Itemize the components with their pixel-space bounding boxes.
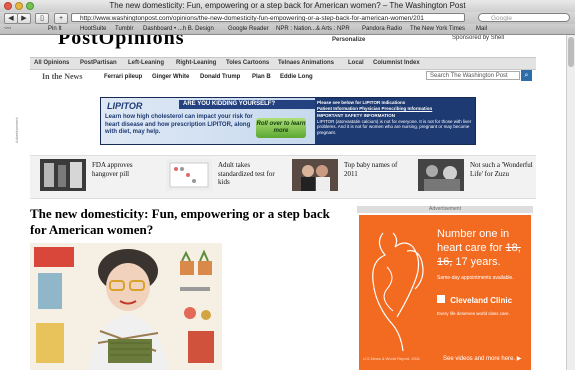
side-ad-video-link[interactable]: See videos and more here. ▶ bbox=[443, 355, 521, 362]
news-item-text[interactable]: Not such a 'Wonderful Life' for Zuzu bbox=[470, 161, 538, 178]
nav-toles-cartoons[interactable]: Toles Cartoons bbox=[226, 58, 269, 69]
search-icon: ⌕ bbox=[524, 72, 529, 79]
cleveland-clinic-ad[interactable]: Advertisement Number one in heart care f… bbox=[357, 206, 533, 370]
nav-local[interactable]: Local bbox=[348, 58, 364, 69]
nav-postpartisan[interactable]: PostPartisan bbox=[80, 58, 117, 69]
site-search-input[interactable]: Search The Washington Post bbox=[426, 71, 520, 80]
window-title: The new domesticity: Fun, empowering or … bbox=[109, 1, 466, 10]
bookmark-dashboard[interactable]: Dashboard • ...h B. Design bbox=[143, 24, 214, 34]
banner-safety-text: LIPITOR (atorvastatin calcium) is not fo… bbox=[317, 118, 472, 135]
bookmark-google-reader[interactable]: Google Reader bbox=[228, 24, 269, 34]
bookmarks-bar: 👓 Pin It HootSuite Tumblr Dashboard • ..… bbox=[0, 24, 575, 35]
banner-info-links[interactable]: Patient Information Physician Prescribin… bbox=[317, 106, 473, 112]
lipitor-logo: LIPITOR bbox=[107, 101, 143, 111]
address-bar[interactable]: http://www.washingtonpost.com/opinions/t… bbox=[71, 13, 465, 22]
sidebar-button[interactable]: ▯ bbox=[35, 13, 49, 24]
news-item-text[interactable]: FDA approves hangover pill bbox=[92, 161, 160, 178]
banner-body-text: Learn how high cholesterol can impact yo… bbox=[105, 114, 253, 135]
news-tag-plan-b[interactable]: Plan B bbox=[252, 71, 271, 83]
side-ad-video-text[interactable]: See videos and more here. bbox=[443, 356, 515, 362]
news-tag-donald-trump[interactable]: Donald Trump bbox=[200, 71, 240, 83]
side-ad-tagline: Every life deserves world class care. bbox=[437, 311, 510, 316]
news-tag-eddie-long[interactable]: Eddie Long bbox=[280, 71, 313, 83]
bookmark-hootsuite[interactable]: HootSuite bbox=[80, 24, 106, 34]
nav-columnist-index[interactable]: Columnist Index bbox=[373, 58, 420, 69]
scrollbar-thumb[interactable] bbox=[568, 37, 574, 67]
nav-telnaes-animations[interactable]: Telnaes Animations bbox=[278, 58, 334, 69]
browser-window: The new domesticity: Fun, empowering or … bbox=[0, 0, 575, 370]
baby-names-thumbnail[interactable] bbox=[292, 159, 338, 191]
banner-question: ARE YOU KIDDING YOURSELF? bbox=[183, 101, 276, 107]
roll-over-button[interactable]: Roll over to learn more bbox=[256, 118, 306, 138]
side-ad-years-old-2: 16, bbox=[437, 256, 453, 268]
side-ad-headline: Number one in heart care for 18, 16, 17 … bbox=[437, 227, 531, 269]
news-tag-ginger-white[interactable]: Ginger White bbox=[152, 71, 189, 83]
news-item-text[interactable]: Top baby names of 2011 bbox=[344, 161, 412, 178]
banner-left-panel: LIPITOR ARE YOU KIDDING YOURSELF? Learn … bbox=[101, 98, 315, 144]
bookmark-pin-it[interactable]: Pin It bbox=[48, 24, 62, 34]
clinic-logo-text: Cleveland Clinic bbox=[450, 296, 513, 305]
bookmark-reading-list-icon[interactable]: 👓 bbox=[4, 24, 11, 34]
article-headline: The new domesticity: Fun, empowering or … bbox=[30, 206, 330, 237]
side-ad-years-old-1: 18, bbox=[505, 242, 521, 254]
masthead-logo[interactable]: PostOpinions bbox=[58, 35, 184, 50]
banner-ad-label: Advertisement bbox=[14, 117, 19, 143]
heart-line-drawing bbox=[372, 232, 424, 352]
personalize-link[interactable]: Personalize bbox=[332, 37, 365, 43]
site-search-button[interactable]: ⌕ bbox=[521, 70, 532, 81]
play-icon[interactable]: ▶ bbox=[517, 356, 522, 362]
side-ad-footnote: U.S.News & World Report, 2011 bbox=[363, 356, 420, 361]
bookmark-mail[interactable]: Mail bbox=[476, 24, 487, 34]
fda-hangover-thumbnail[interactable] bbox=[40, 159, 86, 191]
in-the-news-label: In the News bbox=[42, 72, 83, 81]
browser-toolbar: ◀ ▶ ▯ + http://www.washingtonpost.com/op… bbox=[0, 12, 575, 24]
side-ad-years-new: 17 years. bbox=[455, 256, 501, 268]
nav-left-leaning[interactable]: Left-Leaning bbox=[128, 58, 164, 69]
page-scrollbar[interactable] bbox=[566, 35, 575, 370]
bookmark-npr[interactable]: NPR : Nation...& Arts : NPR bbox=[276, 24, 350, 34]
new-tab-button[interactable]: + bbox=[54, 13, 68, 24]
clinic-logo-icon bbox=[437, 295, 445, 303]
news-tag-ferrari[interactable]: Ferrari pileup bbox=[104, 71, 142, 83]
nav-all-opinions[interactable]: All Opinions bbox=[34, 58, 69, 69]
sponsor-label[interactable]: Sponsored by Shell bbox=[452, 35, 504, 41]
news-item-text[interactable]: Adult takes standardized test for kids bbox=[218, 161, 286, 187]
section-nav: All Opinions PostPartisan Left-Leaning R… bbox=[30, 57, 536, 70]
news-strip: FDA approves hangover pill Adult takes s… bbox=[30, 155, 536, 199]
web-page: PostOpinions Personalize Sponsored by Sh… bbox=[0, 35, 575, 370]
nav-right-leaning[interactable]: Right-Leaning bbox=[176, 58, 216, 69]
browser-search-field[interactable]: Google bbox=[478, 13, 570, 22]
forward-button[interactable]: ▶ bbox=[17, 13, 31, 24]
wonderful-life-thumbnail[interactable] bbox=[418, 159, 464, 191]
side-ad-box[interactable]: Number one in heart care for 18, 16, 17 … bbox=[359, 215, 531, 370]
article-illustration bbox=[30, 243, 222, 370]
cleveland-clinic-logo: Cleveland Clinic bbox=[437, 295, 512, 305]
side-ad-appointments: Same-day appointments available. bbox=[437, 275, 514, 281]
bookmark-pandora[interactable]: Pandora Radio bbox=[362, 24, 402, 34]
banner-right-panel: Please see below for LIPITOR Indications… bbox=[317, 100, 473, 135]
standardized-test-thumbnail[interactable] bbox=[166, 159, 212, 191]
bookmark-tumblr[interactable]: Tumblr bbox=[115, 24, 133, 34]
lipitor-banner-ad[interactable]: LIPITOR ARE YOU KIDDING YOURSELF? Learn … bbox=[100, 97, 476, 145]
side-ad-line1: Number one in heart care for bbox=[437, 228, 510, 254]
back-button[interactable]: ◀ bbox=[4, 13, 18, 24]
side-ad-label: Advertisement bbox=[357, 206, 533, 213]
bookmark-nytimes[interactable]: The New York Times bbox=[410, 24, 465, 34]
